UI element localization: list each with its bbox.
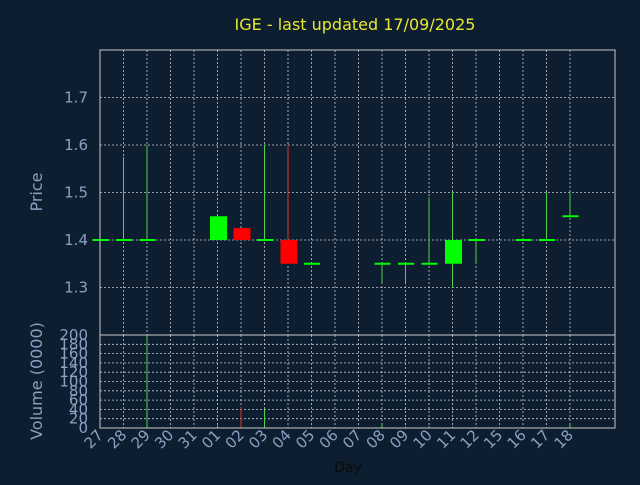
price-tick-label: 1.4	[64, 231, 88, 249]
x-axis-label: Day	[334, 460, 362, 476]
candle-body	[210, 216, 227, 240]
price-tick-label: 1.6	[64, 136, 88, 154]
price-axis-label: Price	[27, 172, 46, 211]
price-tick-label: 1.7	[64, 89, 88, 107]
candle-body	[280, 240, 298, 264]
chart-title: IGE - last updated 17/09/2025	[235, 15, 476, 34]
chart-canvas: IGE - last updated 17/09/2025 1.3 1.4 1.5 1…	[0, 0, 640, 480]
candle-body	[233, 228, 251, 240]
candle-body	[445, 240, 462, 264]
candlestick-chart: IGE - last updated 17/09/2025 1.3 1.4 1.5 1…	[0, 0, 640, 480]
volume-axis-label: Volume (0000)	[27, 322, 46, 440]
price-tick-label: 1.5	[64, 184, 88, 202]
volume-tick-label: 200	[59, 326, 88, 344]
price-tick-label: 1.3	[64, 279, 88, 297]
